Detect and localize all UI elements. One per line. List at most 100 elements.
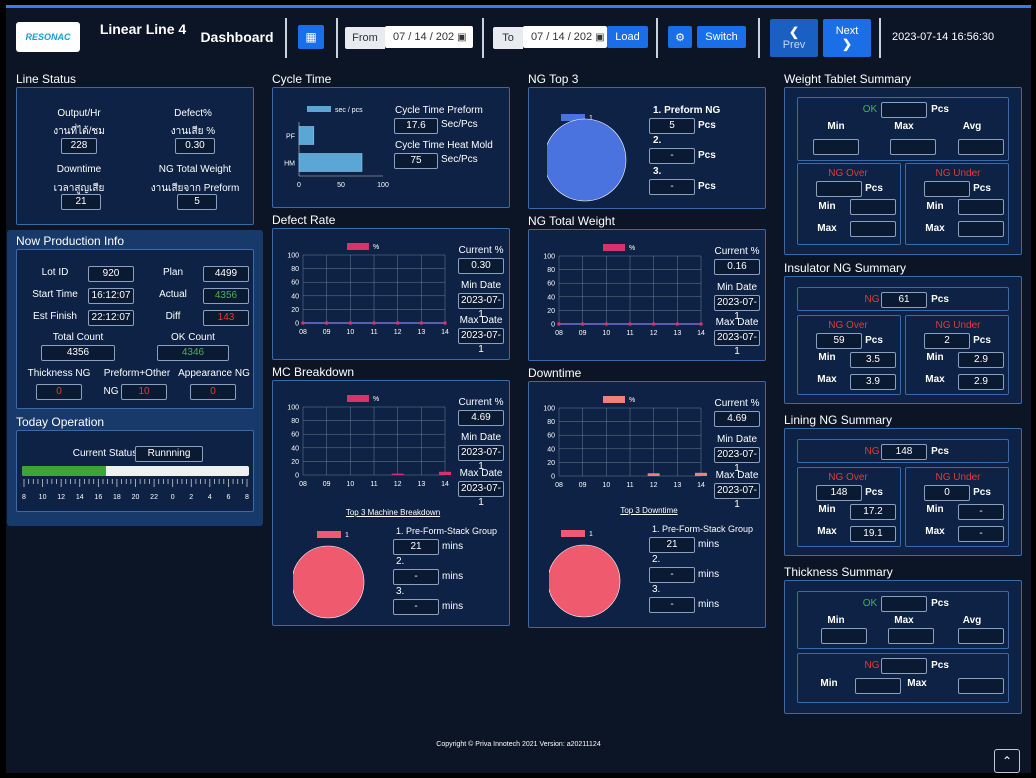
cycle-chart: sec / pcs PF HM 0 50 100 (284, 106, 389, 189)
downtime-chart: % 0 20 40 60 80 100 08 09 10 11 12 13 14 (543, 396, 707, 489)
thickness-ng-min (855, 678, 901, 694)
weight-ngunder-max (958, 221, 1004, 237)
lining-ngover-max-label: Max (817, 526, 837, 537)
lining-ngunder-pcs: Pcs (973, 487, 991, 498)
ngtop-item2-label: 2. (653, 135, 662, 146)
x-tick-label: 13 (417, 481, 425, 488)
thickness-ng-min-label: Min (820, 678, 838, 689)
mc-current-label: Current % (458, 397, 504, 408)
from-date-input[interactable]: 07 / 14 / 202 ▣ (385, 26, 473, 48)
y-tick-label: 100 (287, 253, 299, 260)
ngweight-min-label: Min Date (716, 282, 757, 293)
ok-value: 4346 (157, 345, 229, 361)
settings-button[interactable]: ⚙ (668, 26, 692, 48)
thickness-ok-pcs: Pcs (931, 598, 949, 609)
ngtop-item1-label: 1. Preform NG (653, 105, 721, 116)
y-tick-label: 40 (547, 294, 555, 301)
mc-max-value: 2023-07-1 (458, 481, 504, 508)
mc-min-label: Min Date (460, 432, 501, 443)
legend-swatch (307, 106, 331, 112)
x-tick-label: 08 (299, 329, 307, 336)
start-value: 16:12:07 (88, 288, 134, 304)
mc-item1-value: 21 (393, 539, 439, 555)
x-tick-label: 11 (370, 329, 377, 336)
timeline-tick-label: 14 (76, 494, 84, 501)
mc-top3-link[interactable]: Top 3 Machine Breakdown (333, 508, 453, 517)
mc-current-value: 4.69 (458, 410, 504, 426)
category-label: PF (286, 134, 295, 141)
switch-button[interactable]: Switch (697, 26, 746, 48)
insulator-panel: NG 61 Pcs NG Over 59 Pcs Min 3.5 Max 3.9… (784, 276, 1022, 404)
calendar-icon[interactable]: ▣ (595, 32, 604, 43)
defect-chart: % 0 20 40 60 80 100 08 09 10 11 12 13 14 (287, 243, 449, 336)
x-tick-label: 0 (297, 182, 301, 189)
lining-ngover-min-label: Min (818, 504, 836, 515)
downtime-label: Downtime (56, 164, 102, 175)
legend-swatch (347, 395, 369, 402)
weight-min-value (813, 139, 859, 155)
insulator-ngover-min-label: Min (818, 352, 836, 363)
to-date-input[interactable]: 07 / 14 / 202 ▣ (523, 26, 607, 48)
scroll-top-button[interactable]: ⌃ (994, 749, 1020, 773)
thickness-ng-label: Thickness NG (27, 368, 91, 379)
weight-ok-value (881, 102, 927, 118)
thickness-ok-box: OK Pcs Min Max Avg (797, 591, 1009, 649)
ngtop-item1-unit: Pcs (698, 120, 716, 131)
status-label: Current Status (72, 448, 138, 459)
x-tick-label: 10 (602, 482, 610, 489)
cycle-heat-label: Cycle Time Heat Mold (395, 140, 493, 151)
lining-ngover-label: NG Over (828, 472, 868, 483)
timeline-tick-label: 4 (208, 494, 212, 501)
menu-grid-button[interactable]: ▦ (298, 25, 324, 49)
x-tick-label: 12 (394, 481, 402, 488)
thickness-panel: OK Pcs Min Max Avg NG Pcs Min Max (784, 580, 1022, 714)
y-tick-label: 20 (547, 308, 555, 315)
calendar-icon[interactable]: ▣ (457, 32, 466, 43)
thickness-ok-label: OK (862, 598, 878, 609)
timeline-tick-label: 20 (132, 494, 140, 501)
load-button[interactable]: Load (607, 26, 648, 48)
operation-timeline (22, 466, 249, 476)
defect-title: Defect Rate (272, 213, 336, 227)
lining-ngunder-label: NG Under (935, 472, 981, 483)
timeline-tick-label: 12 (57, 494, 65, 501)
timeline-ticks: 8 10 12 14 16 18 20 22 0 2 4 6 8 (22, 479, 249, 501)
mc-pie: 1 (293, 531, 365, 619)
prev-button[interactable]: ❮ Prev (770, 19, 818, 57)
downtime-item2-unit: mins (698, 569, 720, 580)
bar-hm (298, 153, 363, 172)
downtime-current-label: Current % (714, 398, 760, 409)
weight-min-label: Min (827, 121, 845, 132)
weight-avg-label: Avg (962, 121, 982, 132)
thickness-ng-max-label: Max (907, 678, 927, 689)
line-status-title: Line Status (16, 72, 77, 86)
data-point (604, 322, 609, 326)
x-tick-label: 13 (673, 482, 681, 489)
operation-panel: Current Status Runnning 8 10 12 14 16 18 20 22 0… (16, 430, 254, 512)
lot-label: Lot ID (41, 267, 69, 278)
next-label: Next (835, 25, 859, 37)
lining-ngover-max: 19.1 (850, 526, 896, 542)
est-value: 22:12:07 (88, 310, 134, 326)
y-tick-label: 0 (295, 321, 299, 328)
x-tick-label: 09 (323, 481, 331, 488)
data-point (557, 322, 561, 326)
y-tick-label: 100 (543, 254, 555, 261)
data-point (699, 322, 703, 326)
next-button[interactable]: Next ❯ (823, 19, 871, 57)
page-title: Dashboard (200, 29, 274, 45)
insulator-ng-pcs: Pcs (931, 294, 949, 305)
diff-value: 143 (203, 310, 249, 326)
x-tick-label: 08 (299, 481, 307, 488)
ngweight-value: 5 (177, 194, 217, 210)
thickness-ng-label: NG (864, 660, 880, 671)
actual-value: 4356 (203, 288, 249, 304)
production-panel: Lot ID 920 Plan 4499 Start Time 16:12:07… (16, 249, 254, 409)
mc-item3-value: - (393, 599, 439, 615)
y-tick-label: 40 (547, 446, 555, 453)
cycle-heat-value: 75 (394, 153, 438, 169)
x-tick-label: 50 (337, 182, 345, 189)
y-tick-label: 60 (547, 433, 555, 440)
insulator-ngunder-label: NG Under (935, 320, 981, 331)
downtime-top3-link[interactable]: Top 3 Downtime (599, 506, 699, 515)
